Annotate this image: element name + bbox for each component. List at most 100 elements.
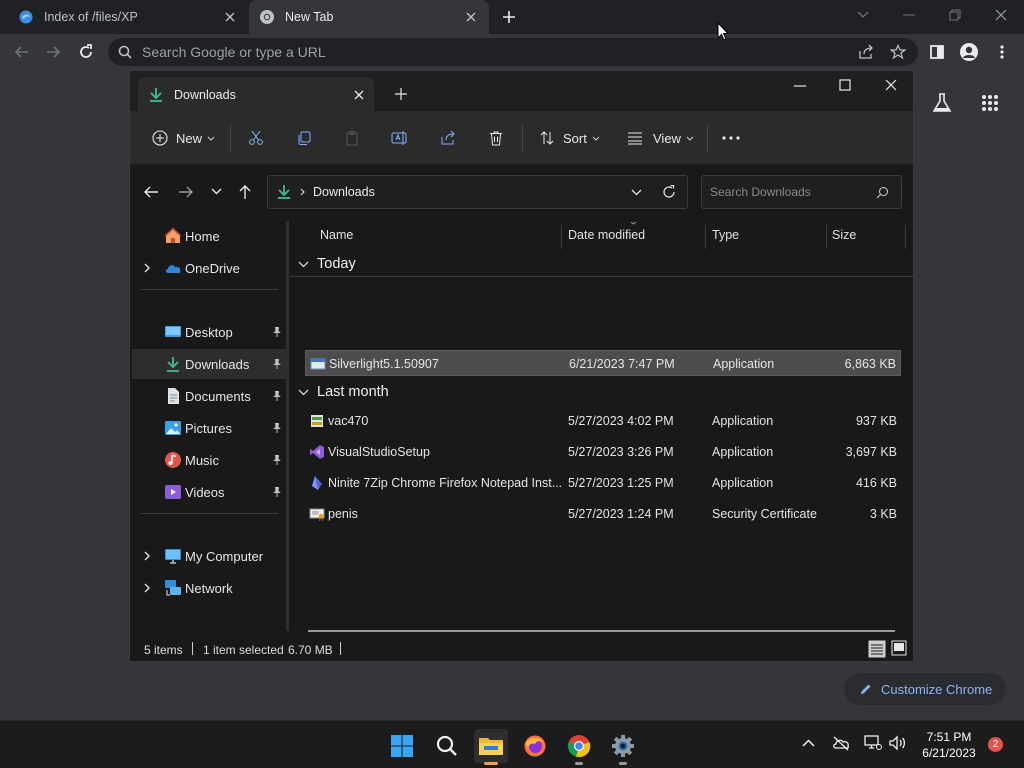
view-button[interactable]: View: [625, 123, 694, 153]
nav-item-desktop[interactable]: Desktop: [132, 317, 286, 347]
tab-index-files[interactable]: Index of /files/XP: [8, 0, 248, 34]
divider: [140, 513, 278, 514]
file-type: Application: [712, 476, 774, 490]
nav-item-home[interactable]: Home: [132, 221, 286, 251]
refresh-icon[interactable]: [662, 185, 676, 199]
onedrive-offline-icon[interactable]: [832, 735, 850, 751]
status-selected: 1 item selected: [203, 643, 284, 657]
group-header-today[interactable]: Today: [290, 252, 913, 277]
taskbar-search-button[interactable]: [430, 729, 464, 763]
share-icon[interactable]: [853, 39, 879, 65]
rename-button[interactable]: [390, 123, 410, 153]
taskbar-firefox[interactable]: [518, 729, 552, 763]
nav-pane-scrollbar[interactable]: [286, 221, 289, 631]
taskbar-file-explorer[interactable]: [474, 729, 508, 765]
chevron-right-icon[interactable]: [142, 263, 152, 273]
new-tab-button[interactable]: [496, 4, 522, 30]
column-header-date-modified[interactable]: Date modified: [568, 221, 645, 249]
maximize-icon[interactable]: [839, 79, 851, 91]
restore-icon[interactable]: [944, 6, 966, 24]
file-row[interactable]: penis 5/27/2023 1:24 PM Security Certifi…: [305, 501, 901, 527]
nav-item-downloads[interactable]: Downloads: [132, 349, 286, 379]
onedrive-cloud-icon: [164, 259, 182, 277]
details-view-icon[interactable]: [868, 640, 886, 658]
nav-item-my-computer[interactable]: My Computer: [132, 541, 286, 571]
horizontal-scrollbar[interactable]: [308, 630, 895, 632]
chevron-right-icon[interactable]: [142, 551, 152, 561]
bookmark-star-icon[interactable]: [885, 39, 911, 65]
tab-new-tab[interactable]: New Tab: [249, 0, 489, 34]
close-window-icon[interactable]: [885, 79, 897, 91]
delete-button[interactable]: [486, 123, 506, 153]
sort-button[interactable]: Sort: [537, 123, 600, 153]
divider: [905, 225, 906, 249]
forward-icon[interactable]: [178, 185, 194, 199]
file-row[interactable]: vac470 5/27/2023 4:02 PM Application 937…: [305, 408, 901, 434]
file-name: Ninite 7Zip Chrome Firefox Notepad Inst.…: [328, 476, 563, 490]
customize-chrome-button[interactable]: Customize Chrome: [844, 673, 1006, 705]
videos-icon: [164, 483, 182, 501]
column-header-type[interactable]: Type: [712, 221, 739, 249]
pin-icon: [272, 454, 282, 466]
file-row[interactable]: VisualStudioSetup 5/27/2023 3:26 PM Appl…: [305, 439, 901, 465]
search-downloads-input[interactable]: Search Downloads: [701, 175, 902, 209]
nav-item-music[interactable]: Music: [132, 445, 286, 475]
side-panel-icon[interactable]: [924, 39, 950, 65]
start-button[interactable]: [385, 729, 419, 763]
taskbar-settings[interactable]: [606, 729, 640, 765]
menu-kebab-icon[interactable]: [989, 39, 1015, 65]
file-row[interactable]: Silverlight5.1.50907 6/21/2023 7:47 PM A…: [305, 350, 901, 376]
close-tab-icon[interactable]: [463, 9, 479, 25]
nav-label: OneDrive: [185, 260, 240, 276]
volume-icon[interactable]: [888, 735, 906, 751]
close-window-icon[interactable]: [990, 6, 1012, 24]
recent-locations-chevron-icon[interactable]: [211, 188, 222, 195]
tab-search-chevron-icon[interactable]: [852, 6, 874, 24]
close-tab-icon[interactable]: [222, 9, 238, 25]
reload-icon[interactable]: [73, 39, 99, 65]
up-arrow-icon[interactable]: [238, 184, 252, 200]
chevron-right-icon[interactable]: [142, 583, 152, 593]
group-label: Last month: [317, 384, 389, 400]
nav-item-pictures[interactable]: Pictures: [132, 413, 286, 443]
more-options-button[interactable]: [721, 123, 741, 153]
google-apps-icon[interactable]: [977, 90, 1003, 116]
address-bar[interactable]: Downloads: [267, 175, 688, 209]
column-header-size[interactable]: Size: [832, 221, 856, 249]
share-button[interactable]: [438, 123, 458, 153]
show-hidden-icons-chevron-icon[interactable]: [802, 739, 815, 747]
nav-item-documents[interactable]: Documents: [132, 381, 286, 411]
nav-item-network[interactable]: Network: [132, 573, 286, 603]
nav-item-videos[interactable]: Videos: [132, 477, 286, 507]
explorer-tab-downloads[interactable]: Downloads: [138, 77, 374, 113]
explorer-tab-title: Downloads: [174, 88, 236, 102]
cut-button[interactable]: [246, 123, 266, 153]
file-row[interactable]: Ninite 7Zip Chrome Firefox Notepad Inst.…: [305, 470, 901, 496]
minimize-icon[interactable]: [794, 85, 806, 87]
paste-button[interactable]: [342, 123, 362, 153]
back-icon[interactable]: [9, 39, 35, 65]
back-icon[interactable]: [143, 185, 159, 199]
network-status-icon[interactable]: [864, 735, 882, 751]
column-header-name[interactable]: Name: [320, 221, 353, 249]
divider: [230, 125, 231, 153]
omnibox[interactable]: Search Google or type a URL: [108, 38, 918, 66]
divider: [707, 125, 708, 153]
search-icon: [876, 186, 889, 199]
forward-icon[interactable]: [40, 39, 66, 65]
new-tab-button[interactable]: [395, 88, 407, 100]
tiles-view-icon[interactable]: [891, 640, 907, 656]
close-tab-icon[interactable]: [354, 90, 364, 100]
copy-button[interactable]: [294, 123, 314, 153]
taskbar-clock[interactable]: 7:51 PM 6/21/2023: [916, 729, 982, 761]
new-button[interactable]: New: [150, 123, 215, 153]
profile-avatar-icon[interactable]: [956, 39, 982, 65]
address-history-chevron-icon[interactable]: [631, 189, 642, 196]
taskbar-chrome[interactable]: [562, 729, 596, 765]
labs-flask-icon[interactable]: [929, 90, 955, 116]
group-header-last-month[interactable]: Last month: [290, 380, 389, 404]
nav-item-onedrive[interactable]: OneDrive: [132, 253, 286, 283]
notification-badge[interactable]: 2: [988, 737, 1003, 752]
breadcrumb-downloads[interactable]: Downloads: [313, 185, 375, 199]
minimize-icon[interactable]: [898, 6, 920, 24]
